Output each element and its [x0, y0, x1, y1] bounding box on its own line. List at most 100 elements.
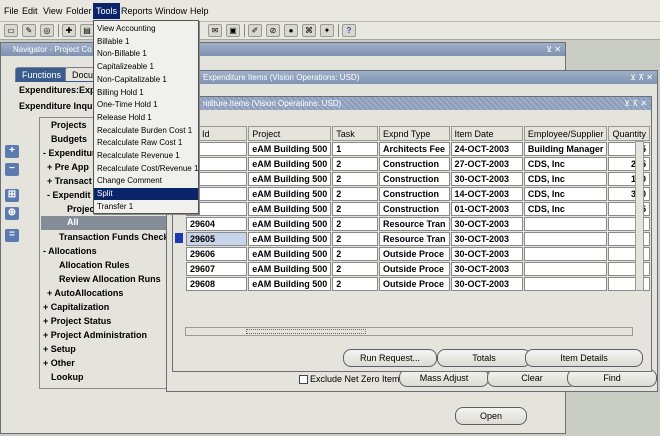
table-row[interactable]: 79eAM Building 5001Architects Fee24-OCT-…: [186, 142, 650, 156]
table-cell[interactable]: Resource Tran: [378, 217, 450, 231]
window-controls-icon[interactable]: ⊻ ⊼ ✕: [630, 71, 653, 84]
tools-menu-item[interactable]: View Accounting: [94, 23, 198, 35]
table-cell[interactable]: CDS, Inc: [523, 187, 608, 201]
table-row[interactable]: 29608 eAM Building 500 2 Outside Proce 30-OC…: [186, 277, 650, 291]
menu-file[interactable]: File: [4, 6, 19, 16]
menu-edit[interactable]: Edit: [22, 6, 38, 16]
run-request-button[interactable]: Run Request...: [343, 349, 437, 367]
column-header[interactable]: Task: [332, 126, 378, 141]
list-item[interactable]: + Project Administration: [43, 330, 147, 340]
table-cell[interactable]: 1: [332, 142, 378, 156]
table-row[interactable]: 29606 eAM Building 500 2 Outside Proce 30-OC…: [186, 247, 650, 261]
list-item-selected[interactable]: All: [41, 216, 169, 230]
navigator-icon[interactable]: ◎: [40, 24, 54, 37]
horizontal-scrollbar[interactable]: [185, 327, 633, 336]
scrollbar-thumb[interactable]: [246, 329, 366, 334]
table-cell[interactable]: 14-OCT-2003: [450, 187, 523, 201]
table-cell[interactable]: Construction: [378, 157, 450, 171]
save-icon[interactable]: ✚: [62, 24, 76, 37]
vertical-scrollbar[interactable]: [635, 141, 644, 291]
table-cell[interactable]: Outside Proce: [378, 247, 450, 261]
table-cell[interactable]: 29607: [186, 262, 248, 276]
table-row[interactable]: 02eAM Building 5002Construction14-OCT-20…: [186, 187, 650, 201]
list-item[interactable]: + Pre App: [47, 162, 89, 172]
table-cell[interactable]: 2: [332, 277, 378, 291]
list-item[interactable]: Budgets: [51, 134, 87, 144]
table-cell[interactable]: CDS, Inc: [523, 157, 608, 171]
table-cell[interactable]: 2: [332, 247, 378, 261]
table-row[interactable]: 29604 eAM Building 500 2 Resource Tran 30-OC…: [186, 217, 650, 231]
column-header[interactable]: Employee/Supplier: [523, 126, 608, 141]
table-cell[interactable]: 27-OCT-2003: [450, 157, 523, 171]
table-row[interactable]: 01eAM Building 5002Construction30-OCT-20…: [186, 172, 650, 186]
table-cell[interactable]: Resource Tran: [378, 232, 450, 246]
list-item[interactable]: - Expendit: [47, 190, 91, 200]
tools-menu-item[interactable]: Capitalizeable 1: [94, 61, 198, 73]
menu-window[interactable]: Window: [155, 6, 187, 16]
table-cell[interactable]: Outside Proce: [378, 262, 450, 276]
table-cell[interactable]: 29608: [186, 277, 248, 291]
table-cell[interactable]: eAM Building 500: [248, 157, 332, 171]
table-cell[interactable]: eAM Building 500: [248, 247, 332, 261]
find-icon[interactable]: ✎: [22, 24, 36, 37]
collapse-all-icon[interactable]: =: [5, 229, 19, 242]
column-header[interactable]: Project: [248, 126, 332, 141]
tools-menu-item[interactable]: Non-Billable 1: [94, 48, 198, 60]
table-cell[interactable]: eAM Building 500: [248, 262, 332, 276]
table-cell[interactable]: 30-OCT-2003: [450, 217, 523, 231]
table-cell[interactable]: 29605: [186, 232, 248, 246]
menu-reports[interactable]: Reports: [121, 6, 153, 16]
tools-menu-item[interactable]: Recalculate Raw Cost 1: [94, 137, 198, 149]
print-icon[interactable]: ▤: [80, 24, 94, 37]
table-cell[interactable]: 2: [332, 187, 378, 201]
list-item[interactable]: - Allocations: [43, 246, 97, 256]
table-row[interactable]: 29605 eAM Building 500 2 Resource Tran 30-OC…: [186, 232, 650, 246]
table-cell[interactable]: CDS, Inc: [523, 172, 608, 186]
table-cell[interactable]: CDS, Inc: [523, 202, 608, 216]
menu-help[interactable]: Help: [190, 6, 209, 16]
list-item[interactable]: + Project Status: [43, 316, 111, 326]
table-row[interactable]: 29607 eAM Building 500 2 Outside Proce 30-OC…: [186, 262, 650, 276]
table-cell[interactable]: Architects Fee: [378, 142, 450, 156]
menu-folder[interactable]: Folder: [66, 6, 92, 16]
list-item[interactable]: + AutoAllocations: [47, 288, 123, 298]
help-icon[interactable]: ?: [342, 24, 356, 37]
tools-menu-item[interactable]: Release Hold 1: [94, 112, 198, 124]
table-cell[interactable]: eAM Building 500: [248, 217, 332, 231]
expand-all-icon[interactable]: ⊕: [5, 207, 19, 220]
tools-menu-item[interactable]: Split: [94, 188, 198, 201]
table-cell[interactable]: Construction: [378, 202, 450, 216]
table-cell[interactable]: 30-OCT-2003: [450, 232, 523, 246]
tools-menu-item[interactable]: Recalculate Revenue 1: [94, 150, 198, 162]
clip-icon[interactable]: ⌘: [302, 24, 316, 37]
tools-menu-item[interactable]: Transfer 1: [94, 201, 198, 213]
list-item[interactable]: + Capitalization: [43, 302, 109, 312]
table-cell[interactable]: 30-OCT-2003: [450, 277, 523, 291]
list-item[interactable]: Review Allocation Runs: [59, 274, 161, 284]
table-cell[interactable]: [523, 262, 608, 276]
table-cell[interactable]: Construction: [378, 172, 450, 186]
tab-functions[interactable]: Functions: [15, 67, 69, 81]
open-button[interactable]: Open: [455, 407, 527, 425]
table-row[interactable]: 00eAM Building 5002Construction27-OCT-20…: [186, 157, 650, 171]
menu-view[interactable]: View: [43, 6, 62, 16]
collapse-icon[interactable]: −: [5, 163, 19, 176]
totals-button[interactable]: Totals: [437, 349, 531, 367]
window-controls-icon[interactable]: ⊻ ✕: [546, 43, 561, 56]
tools-icon[interactable]: ✦: [320, 24, 334, 37]
list-item[interactable]: Projects: [51, 120, 87, 130]
table-cell[interactable]: [523, 247, 608, 261]
list-item[interactable]: - Expenditur: [43, 148, 96, 158]
table-cell[interactable]: [523, 277, 608, 291]
list-item[interactable]: Allocation Rules: [59, 260, 130, 270]
table-cell[interactable]: Construction: [378, 187, 450, 201]
expand-icon[interactable]: +: [5, 145, 19, 158]
table-cell[interactable]: 2: [332, 202, 378, 216]
tools-menu-item[interactable]: Non-Capitalizable 1: [94, 74, 198, 86]
column-header[interactable]: Quantity: [608, 126, 650, 141]
table-cell[interactable]: 30-OCT-2003: [450, 172, 523, 186]
tools-menu-item[interactable]: One-Time Hold 1: [94, 99, 198, 111]
table-cell[interactable]: eAM Building 500: [248, 277, 332, 291]
list-item[interactable]: Transaction Funds Check I: [59, 232, 174, 242]
column-header[interactable]: Expnd Type: [378, 126, 450, 141]
